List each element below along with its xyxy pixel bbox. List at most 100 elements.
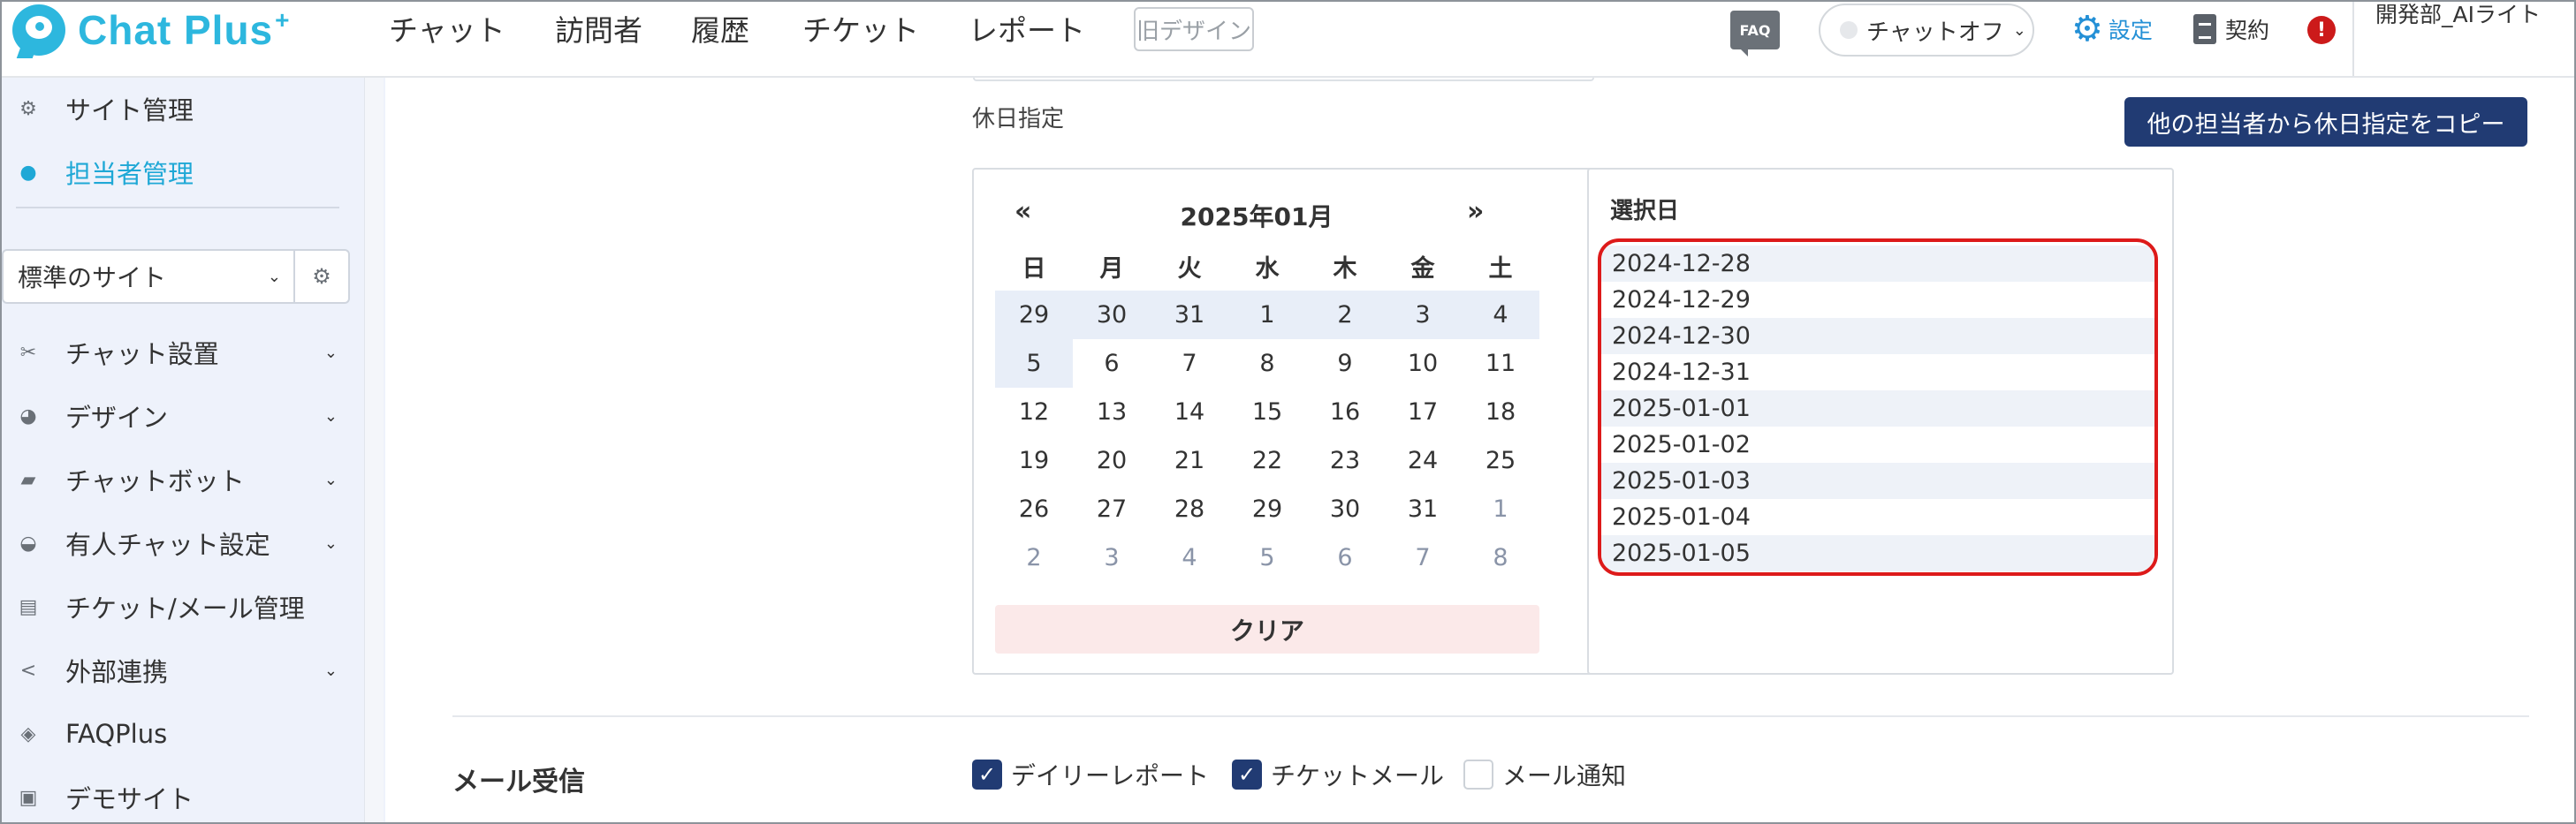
contract-link[interactable]: 契約 [2193,9,2269,49]
copy-holidays-button[interactable]: 他の担当者から休日指定をコピー [2124,97,2527,147]
selected-date-item[interactable]: 2025-01-03 [1601,463,2154,499]
selected-date-item[interactable]: 2025-01-04 [1601,499,2154,535]
checkbox-checked-icon[interactable]: ✓ [1232,760,1262,790]
calendar-day[interactable]: 15 [1228,388,1306,436]
calendar-day[interactable]: 10 [1384,339,1462,388]
sidebar-item-chat-install[interactable]: ✂ チャット設置 ⌄ [0,327,362,378]
calendar-day[interactable]: 13 [1073,388,1151,436]
holiday-calendar: « 2025年01月 » 日 月 火 水 木 金 土 29 30 31 1 2 … [972,168,1603,675]
calendar-day[interactable]: 14 [1151,388,1228,436]
calendar-day-next-month[interactable]: 6 [1306,533,1384,582]
sidebar-item-site-admin[interactable]: ⚙ サイト管理 [0,83,362,134]
calendar-day[interactable]: 30 [1306,485,1384,533]
calendar-day-next-month[interactable]: 4 [1151,533,1228,582]
calendar-day[interactable]: 31 [1384,485,1462,533]
calendar-day-selected[interactable]: 31 [1151,291,1228,339]
gear-icon: ⚙ [2071,9,2103,49]
sidebar-item-staff-admin[interactable]: ● 担当者管理 [0,147,362,198]
calendar-day[interactable]: 12 [995,388,1073,436]
chat-bubbles-icon: ▰ [20,468,36,491]
chat-status-dropdown[interactable]: チャットオフ ⌄ [1819,4,2034,57]
sidebar-item-chatbot[interactable]: ▰ チャットボット ⌄ [0,454,362,505]
calendar-day-selected[interactable]: 2 [1306,291,1384,339]
calendar-day[interactable]: 28 [1151,485,1228,533]
sidebar-scrollbar[interactable] [364,78,384,824]
calendar-day[interactable]: 21 [1151,436,1228,485]
calendar-day-next-month[interactable]: 3 [1073,533,1151,582]
sidebar-item-ticket-mail[interactable]: ▤ チケット/メール管理 [0,581,362,632]
calendar-day-next-month[interactable]: 5 [1228,533,1306,582]
sidebar-item-integrations[interactable]: < 外部連携 ⌄ [0,645,362,696]
calendar-day-selected[interactable]: 4 [1462,291,1539,339]
calendar-day-selected[interactable]: 29 [995,291,1073,339]
calendar-day[interactable]: 23 [1306,436,1384,485]
sidebar-item-label: デモサイト [65,784,194,814]
sidebar-item-faqplus[interactable]: ◈ FAQPlus [0,708,362,760]
ticket-mail-checkbox[interactable]: ✓ チケットメール [1232,757,1444,792]
calendar-day[interactable]: 9 [1306,339,1384,388]
daily-report-checkbox[interactable]: ✓ デイリーレポート [972,757,1209,792]
calendar-day[interactable]: 18 [1462,388,1539,436]
sidebar-item-live-chat-settings[interactable]: ◒ 有人チャット設定 ⌄ [0,518,362,569]
calendar-day[interactable]: 29 [1228,485,1306,533]
nav-tickets[interactable]: チケット [802,5,919,51]
sidebar-item-label: デザイン [65,403,169,433]
calendar-day-selected[interactable]: 3 [1384,291,1462,339]
weekday-header: 日 [1022,255,1046,283]
selected-date-item[interactable]: 2024-12-31 [1601,354,2154,390]
calendar-day[interactable]: 25 [1462,436,1539,485]
weekday-header: 水 [1255,255,1280,283]
calendar-day-selected[interactable]: 30 [1073,291,1151,339]
calendar-day-next-month[interactable]: 2 [995,533,1073,582]
mail-notification-checkbox[interactable]: メール通知 [1463,757,1626,792]
selected-date-item[interactable]: 2025-01-05 [1601,535,2154,571]
nav-history[interactable]: 履歴 [691,5,749,51]
nav-reports[interactable]: レポート [969,5,1085,51]
calendar-clear-button[interactable]: クリア [995,605,1539,654]
alert-icon[interactable]: ! [2307,16,2336,44]
calendar-day[interactable]: 27 [1073,485,1151,533]
calendar-day[interactable]: 11 [1462,339,1539,388]
calendar-day-next-month[interactable]: 1 [1462,485,1539,533]
sidebar-item-label: チャット設置 [65,339,219,369]
selected-date-item[interactable]: 2024-12-30 [1601,318,2154,354]
calendar-prev-button[interactable]: « [1014,196,1031,227]
calendar-day[interactable]: 19 [995,436,1073,485]
user-name-menu[interactable]: 開発部_AIライト [2375,0,2561,30]
selected-date-item[interactable]: 2024-12-28 [1601,246,2154,282]
calendar-day[interactable]: 24 [1384,436,1462,485]
weekday-header: 月 [1099,255,1124,283]
calendar-day[interactable]: 22 [1228,436,1306,485]
selected-dates-panel: 選択日 2024-12-28 2024-12-29 2024-12-30 202… [1587,168,2174,675]
chevron-down-icon: ⌄ [323,661,338,680]
calendar-day[interactable]: 17 [1384,388,1462,436]
checkbox-checked-icon[interactable]: ✓ [972,760,1002,790]
calendar-week-row: 26 27 28 29 30 31 1 [995,485,1539,533]
calendar-day[interactable]: 6 [1073,339,1151,388]
sidebar-item-design[interactable]: ◕ デザイン ⌄ [0,390,362,442]
chat-plus-logo[interactable]: Chat Plus+ [12,4,291,58]
nav-visitors[interactable]: 訪問者 [555,5,642,51]
site-settings-gear-icon[interactable]: ⚙ [295,249,350,304]
calendar-day-selected[interactable]: 1 [1228,291,1306,339]
calendar-day-next-month[interactable]: 7 [1384,533,1462,582]
sidebar-item-demo-site[interactable]: ▣ デモサイト [0,772,362,823]
old-design-button[interactable]: 旧デザイン [1134,7,1254,51]
faq-icon[interactable]: FAQ [1730,11,1780,57]
calendar-day[interactable]: 26 [995,485,1073,533]
calendar-day[interactable]: 16 [1306,388,1384,436]
selected-date-item[interactable]: 2025-01-02 [1601,427,2154,463]
calendar-day[interactable]: 8 [1228,339,1306,388]
settings-link[interactable]: ⚙ 設定 [2071,9,2153,49]
calendar-day-selected[interactable]: 5 [995,339,1073,388]
calendar-day[interactable]: 7 [1151,339,1228,388]
nav-chat[interactable]: チャット [389,5,505,51]
calendar-month-title[interactable]: 2025年01月 [1142,198,1372,233]
selected-date-item[interactable]: 2025-01-01 [1601,390,2154,427]
selected-date-item[interactable]: 2024-12-29 [1601,282,2154,318]
site-select[interactable]: 標準のサイト ⌄ [2,249,295,304]
calendar-day[interactable]: 20 [1073,436,1151,485]
calendar-day-next-month[interactable]: 8 [1462,533,1539,582]
checkbox-unchecked-icon[interactable] [1463,760,1493,790]
calendar-next-button[interactable]: » [1467,196,1484,227]
